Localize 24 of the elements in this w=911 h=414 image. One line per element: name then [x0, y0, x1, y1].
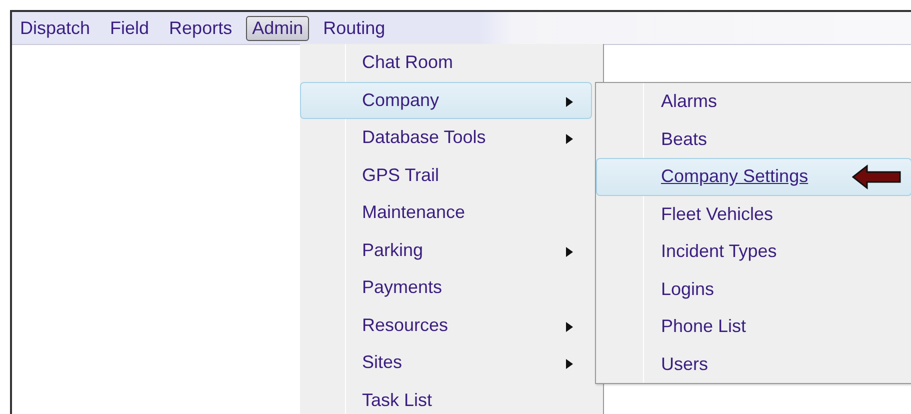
menu-item[interactable]: Database Tools [300, 119, 592, 156]
menu-item[interactable]: GPS Trail [300, 156, 592, 194]
menu-item[interactable]: Task List [300, 382, 592, 414]
menu-item[interactable]: Logins [596, 270, 911, 308]
menu-item[interactable]: Phone List [596, 308, 911, 346]
menu-bar-item[interactable]: Admin [246, 16, 310, 40]
menu-item[interactable]: Fleet Vehicles [596, 196, 911, 233]
menu-item[interactable]: Beats [596, 120, 911, 158]
arrow-icon [852, 164, 902, 190]
menu-item[interactable]: Alarms [596, 83, 911, 120]
menu-bar-item[interactable]: Routing [317, 16, 392, 40]
menu-bar-item[interactable]: Field [104, 16, 156, 40]
menu-item[interactable]: Payments [300, 269, 592, 306]
menu-bar-item[interactable]: Reports [163, 16, 238, 40]
menu-item[interactable]: Parking [300, 232, 592, 269]
menu-bar-item[interactable]: Dispatch [14, 16, 96, 40]
menu-item[interactable]: Incident Types [596, 233, 911, 270]
menu-item[interactable]: Sites [300, 344, 592, 382]
menu-item[interactable]: Company Settings [596, 158, 911, 196]
menu-item[interactable]: Company [300, 82, 592, 119]
menu-item[interactable]: Users [596, 346, 911, 383]
menu-item[interactable]: Maintenance [300, 194, 592, 232]
menu-item[interactable]: Chat Room [300, 44, 592, 82]
menu-item[interactable]: Resources [300, 306, 592, 344]
